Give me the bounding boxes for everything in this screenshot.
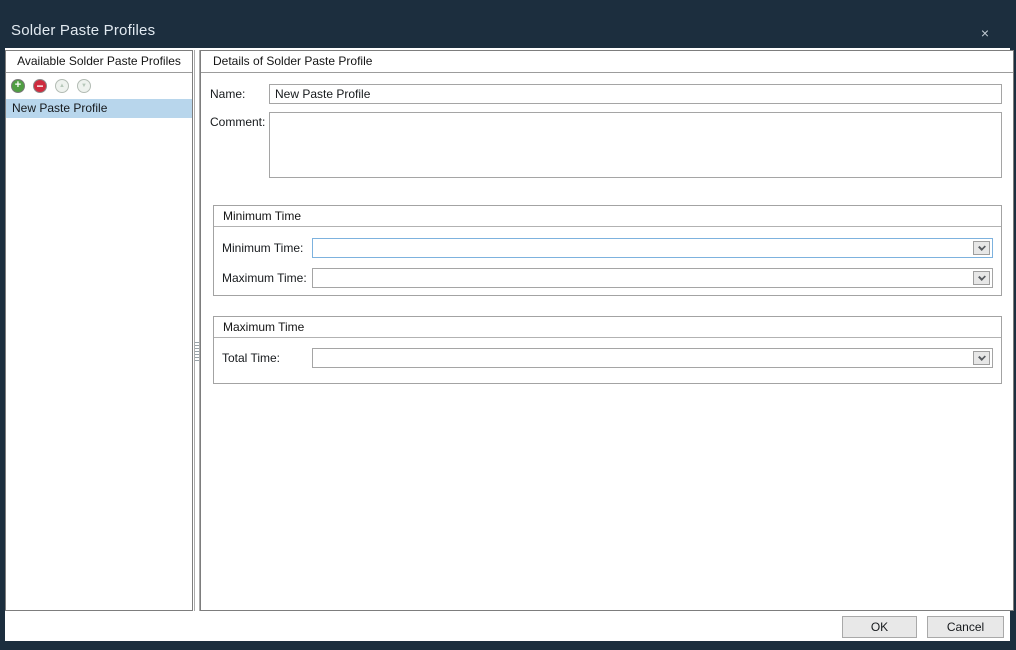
chevron-down-icon xyxy=(978,243,986,251)
chevron-down-icon xyxy=(978,273,986,281)
maximum-time-combobox[interactable] xyxy=(312,268,993,288)
available-profiles-header: Available Solder Paste Profiles xyxy=(6,51,192,73)
profile-details-header: Details of Solder Paste Profile xyxy=(201,51,1013,73)
cancel-button[interactable]: Cancel xyxy=(927,616,1004,638)
total-time-dropdown-button[interactable] xyxy=(973,351,990,365)
arrow-up-icon: ▲ xyxy=(59,83,65,89)
ok-button[interactable]: OK xyxy=(842,616,917,638)
maximum-time-label: Maximum Time: xyxy=(222,268,307,288)
comment-label: Comment: xyxy=(210,112,265,132)
plus-icon: + xyxy=(15,80,21,91)
profile-details-panel: Details of Solder Paste Profile Name: Co… xyxy=(200,50,1014,611)
dialog-content: Available Solder Paste Profiles + − ▲ ▼ … xyxy=(5,48,1010,641)
total-time-combobox[interactable] xyxy=(312,348,993,368)
name-label: Name: xyxy=(210,84,245,104)
splitter-grip-icon xyxy=(195,342,199,361)
minimum-time-combobox[interactable] xyxy=(312,238,993,258)
profiles-toolbar: + − ▲ ▼ xyxy=(11,79,192,93)
maximum-time-group: Maximum Time Total Time: xyxy=(213,316,1002,384)
maximum-time-group-title: Maximum Time xyxy=(214,317,1001,338)
move-down-button[interactable]: ▼ xyxy=(77,79,91,93)
title-bar[interactable]: Solder Paste Profiles × xyxy=(0,0,1016,48)
maximum-time-dropdown-button[interactable] xyxy=(973,271,990,285)
add-profile-button[interactable]: + xyxy=(11,79,25,93)
available-profiles-panel: Available Solder Paste Profiles + − ▲ ▼ … xyxy=(5,50,193,611)
dialog-window: Solder Paste Profiles × Available Solder… xyxy=(0,0,1016,650)
total-time-label: Total Time: xyxy=(222,348,280,368)
profile-list-item[interactable]: New Paste Profile xyxy=(6,99,192,118)
close-icon[interactable]: × xyxy=(976,24,994,42)
chevron-down-icon xyxy=(978,353,986,361)
minimum-time-group-title: Minimum Time xyxy=(214,206,1001,227)
minus-icon: − xyxy=(36,80,43,92)
arrow-down-icon: ▼ xyxy=(81,83,87,89)
remove-profile-button[interactable]: − xyxy=(33,79,47,93)
profile-details-body: Name: Comment: Minimum Time Minimum Time… xyxy=(201,73,1013,610)
move-up-button[interactable]: ▲ xyxy=(55,79,69,93)
name-field[interactable] xyxy=(269,84,1002,104)
minimum-time-group: Minimum Time Minimum Time: Maximum Time: xyxy=(213,205,1002,296)
minimum-time-label: Minimum Time: xyxy=(222,238,303,258)
window-title: Solder Paste Profiles xyxy=(11,22,155,39)
comment-field[interactable] xyxy=(269,112,1002,178)
minimum-time-dropdown-button[interactable] xyxy=(973,241,990,255)
